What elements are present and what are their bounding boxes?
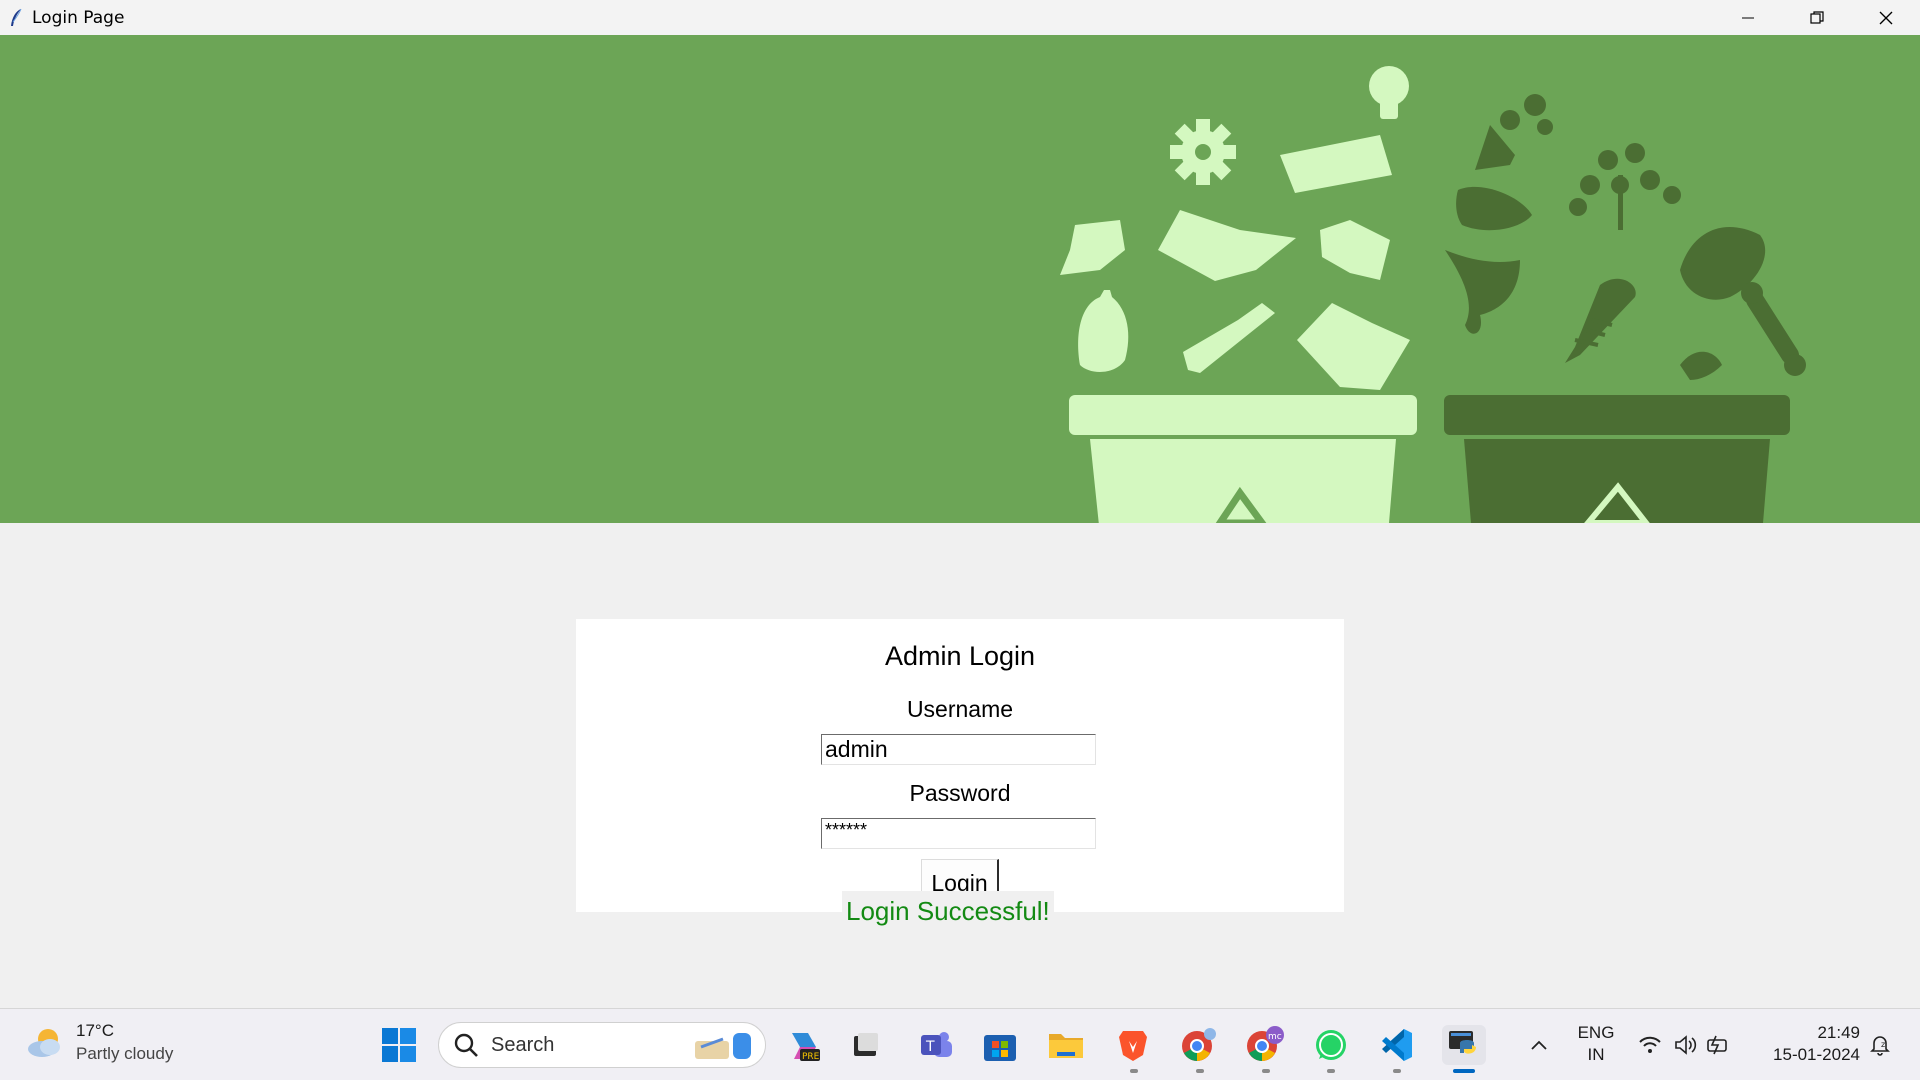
teams-icon: T [921,1032,952,1057]
brave-running-indicator [1130,1069,1138,1073]
meat-icon [1445,250,1520,334]
chevron-up-icon [1531,1040,1547,1050]
microsoft-store-icon [984,1035,1016,1061]
file-explorer-icon [1049,1034,1083,1058]
store-button[interactable] [980,1025,1020,1065]
whatsapp-running-indicator [1327,1069,1335,1073]
password-label: Password [909,780,1011,806]
window-title: Login Page [32,7,125,28]
recycle-bin-lid [1069,395,1417,435]
chrome-profile-button[interactable]: mc [1245,1025,1285,1065]
jerrycan-icon [1297,303,1410,390]
search-icon [454,1033,478,1057]
notification-bell-icon: z [1870,1036,1890,1056]
milk-carton-icon [1320,220,1390,280]
screw-icon [1369,66,1409,119]
cloth-icon [1060,220,1125,275]
gear-icon [1170,119,1236,185]
login-heading: Admin Login [884,641,1036,671]
svg-text:T: T [925,1039,935,1055]
search-highlight-icon [695,1033,751,1059]
svg-text:z: z [1881,1040,1885,1049]
username-label: Username [906,696,1014,722]
taskbar: 17°C Partly cloudy Search PRE T mc ENG I… [0,1008,1920,1080]
file-explorer-button[interactable] [1046,1025,1086,1065]
show-hidden-icons-button[interactable] [1519,1025,1559,1065]
svg-text:PRE: PRE [802,1052,820,1062]
chrome-profile-running-indicator [1262,1069,1270,1073]
taskbar-search[interactable]: Search [438,1022,766,1068]
wifi-icon [1639,1036,1661,1053]
chrome-button[interactable] [1179,1025,1219,1065]
volume-icon [1675,1035,1697,1055]
notifications-button[interactable]: z [1860,1025,1900,1065]
weather-condition: Partly cloudy [76,1044,174,1063]
clock-date: 15-01-2024 [1773,1045,1860,1064]
language-code: ENG [1577,1023,1615,1042]
language-region: IN [1587,1045,1605,1064]
task-view-button[interactable] [845,1025,885,1065]
minimize-icon [1741,17,1754,18]
copilot-icon: PRE [792,1033,820,1062]
password-input[interactable]: ****** [821,818,1096,849]
vscode-icon [1382,1029,1412,1061]
status-message: Login Successful! [842,891,1054,927]
close-icon [1879,11,1892,24]
restore-button[interactable] [1782,0,1851,35]
python-button[interactable] [1442,1025,1486,1065]
organic-bin [1464,439,1770,523]
python-running-indicator [1453,1069,1475,1073]
potted-plant-icon [1475,125,1515,170]
recycling-bins-illustration [1060,66,1806,523]
start-button[interactable] [379,1025,419,1065]
restore-icon [1809,10,1824,24]
brave-button[interactable] [1113,1025,1153,1065]
login-form: Admin Login Username admin Password ****… [576,619,1344,912]
bread-icon [1456,186,1532,231]
task-view-icon [854,1033,878,1056]
chrome-profile-icon: mc [1247,1026,1284,1061]
whatsapp-icon [1316,1030,1346,1060]
username-input[interactable]: admin [821,734,1096,765]
search-placeholder: Search [491,1033,555,1056]
vscode-button[interactable] [1376,1025,1416,1065]
clock-time: 21:49 [1817,1023,1860,1042]
glass-bottle-icon [1183,303,1275,373]
herb-icon [1569,143,1681,230]
teams-button[interactable]: T [916,1025,956,1065]
language-indicator[interactable]: ENG IN [1574,1023,1618,1065]
copilot-button[interactable]: PRE [784,1025,824,1065]
feather-icon [11,8,22,26]
battery-charging-icon [1707,1035,1727,1055]
apple-core-icon [1680,351,1722,380]
close-button[interactable] [1851,0,1920,35]
weather-widget[interactable]: 17°C Partly cloudy [26,1021,173,1064]
whatsapp-button[interactable] [1311,1025,1351,1065]
minimize-button[interactable] [1713,0,1782,35]
paper-stack-icon [1280,135,1392,193]
windows-start-icon [382,1028,416,1062]
chrome-running-indicator [1196,1069,1204,1073]
recycle-bin [1090,439,1396,523]
system-tray-status[interactable] [1634,1025,1734,1065]
vscode-running-indicator [1393,1069,1401,1073]
weather-temperature: 17°C [76,1021,114,1040]
partly-cloudy-icon [28,1028,60,1057]
clock[interactable]: 21:49 15-01-2024 [1752,1023,1860,1065]
recycling-banner [0,35,1920,523]
title-bar: Login Page [0,0,1920,35]
organic-bin-lid [1444,395,1790,435]
chrome-icon [1182,1028,1216,1061]
plastic-bottle-icon [1078,290,1129,372]
cardboard-box-icon [1158,210,1296,281]
svg-text:mc: mc [1268,1032,1282,1042]
brave-icon [1119,1031,1147,1061]
python-icon [1449,1031,1476,1054]
bone-icon [1746,291,1799,364]
